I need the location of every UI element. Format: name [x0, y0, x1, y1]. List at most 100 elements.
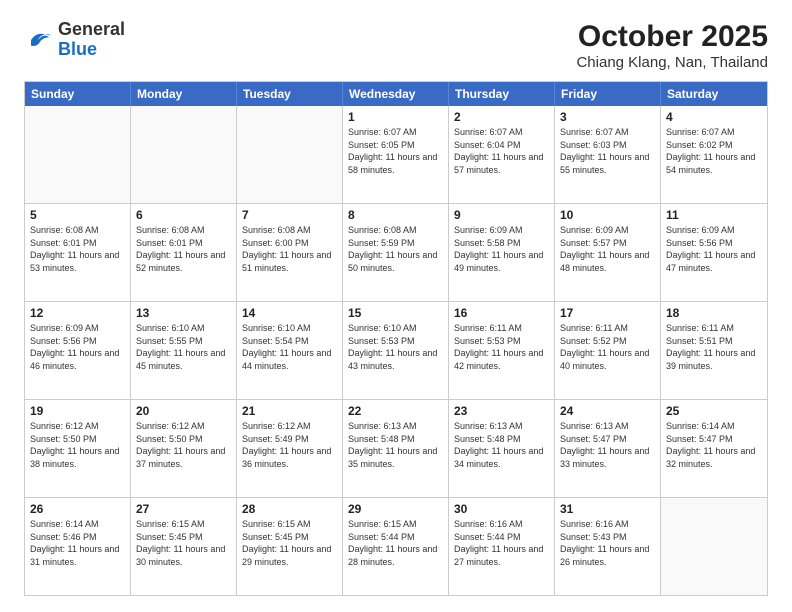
calendar-cell: 18 Sunrise: 6:11 AMSunset: 5:51 PMDayligh… — [661, 302, 767, 399]
cell-info: Sunrise: 6:13 AMSunset: 5:47 PMDaylight:… — [560, 420, 655, 470]
cell-info: Sunrise: 6:10 AMSunset: 5:55 PMDaylight:… — [136, 322, 231, 372]
calendar-header-thursday: Thursday — [449, 82, 555, 106]
logo-text: General Blue — [58, 20, 125, 60]
calendar-cell: 8 Sunrise: 6:08 AMSunset: 5:59 PMDaylight… — [343, 204, 449, 301]
calendar-cell: 21Sunrise: 6:12 AMSunset: 5:49 PMDayligh… — [237, 400, 343, 497]
calendar-cell: 12Sunrise: 6:09 AMSunset: 5:56 PMDayligh… — [25, 302, 131, 399]
calendar-cell: 20Sunrise: 6:12 AMSunset: 5:50 PMDayligh… — [131, 400, 237, 497]
cell-info: Sunrise: 6:11 AMSunset: 5:53 PMDaylight:… — [454, 322, 549, 372]
cell-info: Sunrise: 6:14 AMSunset: 5:46 PMDaylight:… — [30, 518, 125, 568]
calendar-cell: 14 Sunrise: 6:10 AMSunset: 5:54 PMDayligh… — [237, 302, 343, 399]
day-number: 24 — [560, 404, 655, 418]
calendar-cell: 26 Sunrise: 6:14 AMSunset: 5:46 PMDayligh… — [25, 498, 131, 595]
calendar-cell — [131, 106, 237, 203]
cell-info: Sunrise: 6:07 AMSunset: 6:02 PMDaylight:… — [666, 126, 762, 176]
day-number: 12 — [30, 306, 125, 320]
calendar-cell: 25Sunrise: 6:14 AMSunset: 5:47 PMDayligh… — [661, 400, 767, 497]
calendar-body: 1 Sunrise: 6:07 AMSunset: 6:05 PMDaylight… — [25, 106, 767, 595]
calendar-week-2: 12Sunrise: 6:09 AMSunset: 5:56 PMDayligh… — [25, 302, 767, 400]
calendar-cell: 22 Sunrise: 6:13 AMSunset: 5:48 PMDayligh… — [343, 400, 449, 497]
calendar-header-tuesday: Tuesday — [237, 82, 343, 106]
calendar-cell: 2 Sunrise: 6:07 AMSunset: 6:04 PMDaylight… — [449, 106, 555, 203]
logo-blue: Blue — [58, 40, 125, 60]
logo-bird-icon — [24, 26, 52, 54]
day-number: 13 — [136, 306, 231, 320]
calendar-header-row: SundayMondayTuesdayWednesdayThursdayFrid… — [25, 82, 767, 106]
calendar-title: October 2025 — [576, 20, 768, 54]
day-number: 18 — [666, 306, 762, 320]
calendar-cell — [25, 106, 131, 203]
cell-info: Sunrise: 6:09 AMSunset: 5:56 PMDaylight:… — [666, 224, 762, 274]
day-number: 1 — [348, 110, 443, 124]
calendar-cell: 27Sunrise: 6:15 AMSunset: 5:45 PMDayligh… — [131, 498, 237, 595]
page: General Blue October 2025 Chiang Klang, … — [0, 0, 792, 612]
calendar-week-1: 5Sunrise: 6:08 AMSunset: 6:01 PMDaylight… — [25, 204, 767, 302]
calendar-week-3: 19 Sunrise: 6:12 AMSunset: 5:50 PMDayligh… — [25, 400, 767, 498]
day-number: 23 — [454, 404, 549, 418]
day-number: 3 — [560, 110, 655, 124]
cell-info: Sunrise: 6:11 AMSunset: 5:52 PMDaylight:… — [560, 322, 655, 372]
calendar-cell: 15 Sunrise: 6:10 AMSunset: 5:53 PMDayligh… — [343, 302, 449, 399]
calendar-cell — [237, 106, 343, 203]
day-number: 26 — [30, 502, 125, 516]
day-number: 29 — [348, 502, 443, 516]
logo-general: General — [58, 20, 125, 40]
calendar-cell: 5Sunrise: 6:08 AMSunset: 6:01 PMDaylight… — [25, 204, 131, 301]
title-block: October 2025 Chiang Klang, Nan, Thailand — [576, 20, 768, 71]
cell-info: Sunrise: 6:11 AMSunset: 5:51 PMDaylight:… — [666, 322, 762, 372]
calendar-cell: 4 Sunrise: 6:07 AMSunset: 6:02 PMDaylight… — [661, 106, 767, 203]
cell-info: Sunrise: 6:10 AMSunset: 5:53 PMDaylight:… — [348, 322, 443, 372]
calendar-cell: 24 Sunrise: 6:13 AMSunset: 5:47 PMDayligh… — [555, 400, 661, 497]
cell-info: Sunrise: 6:14 AMSunset: 5:47 PMDaylight:… — [666, 420, 762, 470]
day-number: 31 — [560, 502, 655, 516]
calendar-cell: 13 Sunrise: 6:10 AMSunset: 5:55 PMDayligh… — [131, 302, 237, 399]
day-number: 22 — [348, 404, 443, 418]
cell-info: Sunrise: 6:08 AMSunset: 5:59 PMDaylight:… — [348, 224, 443, 274]
calendar-cell: 17 Sunrise: 6:11 AMSunset: 5:52 PMDayligh… — [555, 302, 661, 399]
cell-info: Sunrise: 6:12 AMSunset: 5:50 PMDaylight:… — [30, 420, 125, 470]
day-number: 15 — [348, 306, 443, 320]
day-number: 4 — [666, 110, 762, 124]
calendar-cell: 3Sunrise: 6:07 AMSunset: 6:03 PMDaylight… — [555, 106, 661, 203]
day-number: 8 — [348, 208, 443, 222]
cell-info: Sunrise: 6:13 AMSunset: 5:48 PMDaylight:… — [348, 420, 443, 470]
header: General Blue October 2025 Chiang Klang, … — [24, 20, 768, 71]
calendar-cell: 30 Sunrise: 6:16 AMSunset: 5:44 PMDayligh… — [449, 498, 555, 595]
day-number: 27 — [136, 502, 231, 516]
calendar-cell: 31Sunrise: 6:16 AMSunset: 5:43 PMDayligh… — [555, 498, 661, 595]
day-number: 9 — [454, 208, 549, 222]
cell-info: Sunrise: 6:10 AMSunset: 5:54 PMDaylight:… — [242, 322, 337, 372]
logo: General Blue — [24, 20, 125, 60]
day-number: 30 — [454, 502, 549, 516]
cell-info: Sunrise: 6:09 AMSunset: 5:57 PMDaylight:… — [560, 224, 655, 274]
calendar-cell: 23Sunrise: 6:13 AMSunset: 5:48 PMDayligh… — [449, 400, 555, 497]
cell-info: Sunrise: 6:15 AMSunset: 5:45 PMDaylight:… — [242, 518, 337, 568]
cell-info: Sunrise: 6:12 AMSunset: 5:49 PMDaylight:… — [242, 420, 337, 470]
day-number: 17 — [560, 306, 655, 320]
calendar-cell: 6 Sunrise: 6:08 AMSunset: 6:01 PMDaylight… — [131, 204, 237, 301]
cell-info: Sunrise: 6:08 AMSunset: 6:01 PMDaylight:… — [136, 224, 231, 274]
calendar-cell: 11 Sunrise: 6:09 AMSunset: 5:56 PMDayligh… — [661, 204, 767, 301]
cell-info: Sunrise: 6:08 AMSunset: 6:00 PMDaylight:… — [242, 224, 337, 274]
calendar-header-sunday: Sunday — [25, 82, 131, 106]
day-number: 6 — [136, 208, 231, 222]
calendar-week-4: 26 Sunrise: 6:14 AMSunset: 5:46 PMDayligh… — [25, 498, 767, 595]
cell-info: Sunrise: 6:16 AMSunset: 5:44 PMDaylight:… — [454, 518, 549, 568]
cell-info: Sunrise: 6:08 AMSunset: 6:01 PMDaylight:… — [30, 224, 125, 274]
day-number: 16 — [454, 306, 549, 320]
calendar-cell: 19 Sunrise: 6:12 AMSunset: 5:50 PMDayligh… — [25, 400, 131, 497]
calendar-header-friday: Friday — [555, 82, 661, 106]
calendar-cell: 9Sunrise: 6:09 AMSunset: 5:58 PMDaylight… — [449, 204, 555, 301]
calendar-header-monday: Monday — [131, 82, 237, 106]
day-number: 19 — [30, 404, 125, 418]
cell-info: Sunrise: 6:07 AMSunset: 6:05 PMDaylight:… — [348, 126, 443, 176]
day-number: 14 — [242, 306, 337, 320]
calendar-cell: 10Sunrise: 6:09 AMSunset: 5:57 PMDayligh… — [555, 204, 661, 301]
day-number: 11 — [666, 208, 762, 222]
cell-info: Sunrise: 6:07 AMSunset: 6:04 PMDaylight:… — [454, 126, 549, 176]
day-number: 2 — [454, 110, 549, 124]
day-number: 28 — [242, 502, 337, 516]
calendar: SundayMondayTuesdayWednesdayThursdayFrid… — [24, 81, 768, 596]
calendar-cell: 29Sunrise: 6:15 AMSunset: 5:44 PMDayligh… — [343, 498, 449, 595]
day-number: 7 — [242, 208, 337, 222]
